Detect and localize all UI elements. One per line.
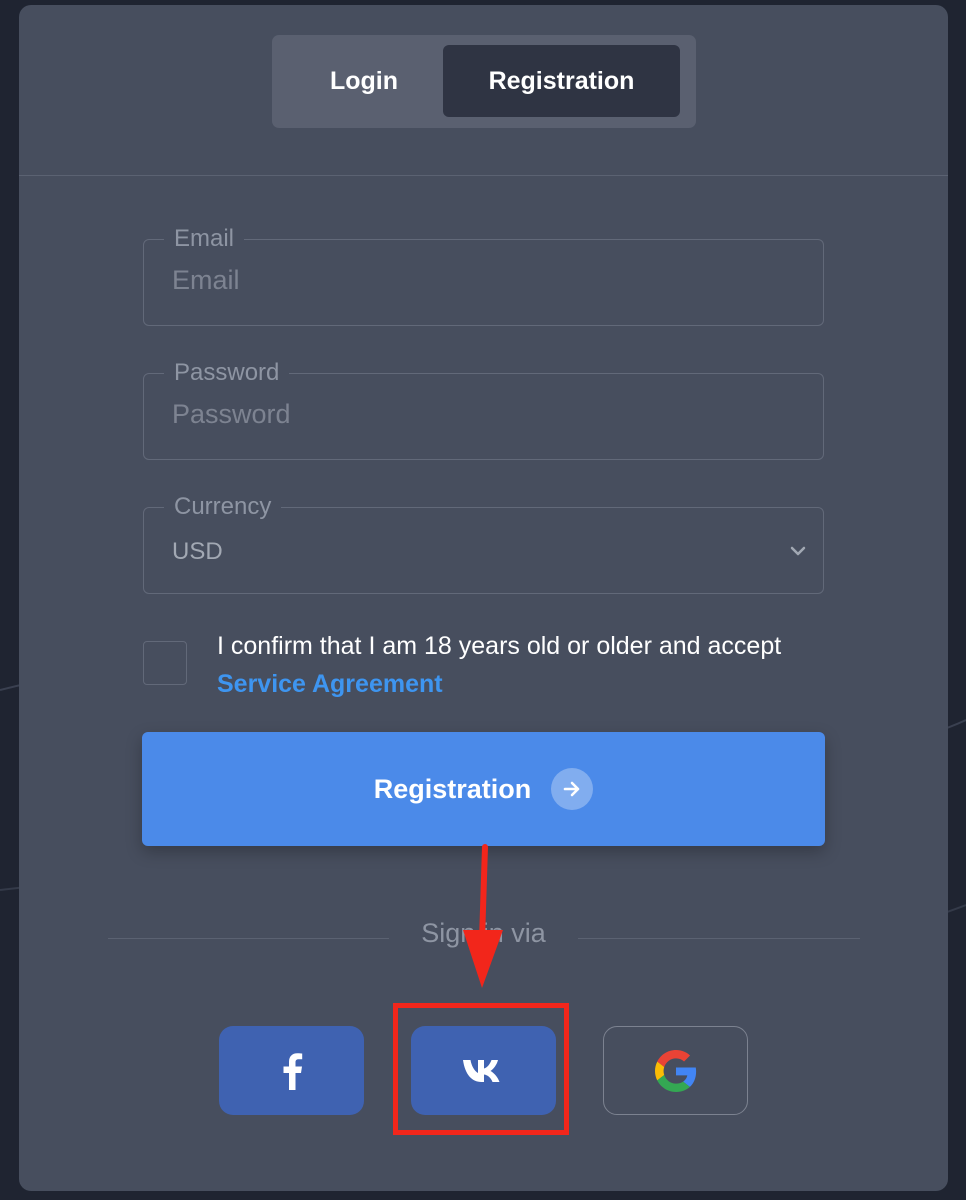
signin-divider-right	[578, 938, 860, 939]
consent-text: I confirm that I am 18 years old or olde…	[217, 627, 837, 703]
signin-divider-left	[108, 938, 389, 939]
consent-statement: I confirm that I am 18 years old or olde…	[217, 632, 782, 660]
auth-card: Login Registration Email Password Curren…	[19, 5, 948, 1191]
password-input[interactable]	[172, 399, 772, 430]
tab-login[interactable]: Login	[284, 45, 444, 117]
email-input[interactable]	[172, 265, 772, 296]
service-agreement-link[interactable]: Service Agreement	[217, 665, 837, 703]
google-login-button[interactable]	[603, 1026, 748, 1115]
currency-select[interactable]: Currency USD	[143, 491, 824, 594]
auth-tabs: Login Registration	[272, 35, 696, 128]
google-icon	[654, 1049, 696, 1092]
registration-submit-label: Registration	[373, 773, 532, 804]
currency-label: Currency	[164, 491, 282, 523]
arrow-right-icon	[551, 768, 594, 810]
password-field: Password	[143, 357, 824, 460]
chevron-down-icon	[790, 546, 806, 556]
annotation-highlight-box	[393, 1003, 569, 1135]
tab-registration[interactable]: Registration	[443, 45, 680, 117]
facebook-login-button[interactable]	[219, 1026, 364, 1115]
registration-submit-button[interactable]: Registration	[142, 732, 825, 846]
facebook-icon	[283, 1052, 302, 1090]
password-label: Password	[164, 357, 290, 389]
age-consent-checkbox[interactable]	[143, 641, 187, 685]
header-divider	[19, 175, 948, 176]
signin-via-label: Sign in via	[421, 918, 546, 948]
email-label: Email	[164, 223, 245, 255]
currency-value: USD	[172, 538, 223, 565]
email-field: Email	[143, 223, 824, 326]
